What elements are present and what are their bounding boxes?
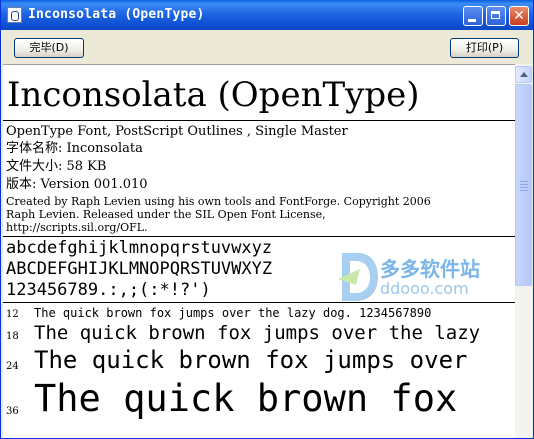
watermark-name: 多多软件站 [380,257,480,281]
point-size-label: 18 [6,331,19,342]
sample-text: The quick brown fox jumps over the lazy [34,322,481,344]
copyright-line: Created by Raph Levien using his own too… [6,195,431,208]
title-bar[interactable]: Inconsolata (OpenType) ✕ [1,0,533,30]
font-name-heading: Inconsolata (OpenType) [7,75,420,115]
close-button[interactable]: ✕ [509,6,529,26]
maximize-button[interactable] [486,6,506,26]
point-size-label: 36 [6,406,19,417]
watermark-url: ddooo.com [380,279,469,298]
divider [3,120,515,121]
toolbar: 完毕(D) 打印(P) [1,30,533,64]
font-preview-pane: Inconsolata (OpenType) OpenType Font, Po… [3,64,515,438]
vertical-scrollbar[interactable] [515,64,532,438]
typeface-name-line: 字体名称: Inconsolata [6,141,143,156]
charset-uppercase: ABCDEFGHIJKLMNOPQRSTUVWXYZ [6,259,273,279]
minimize-button[interactable] [463,6,483,26]
window-title: Inconsolata (OpenType) [28,7,205,22]
grip-line [520,184,528,185]
version-line: 版本: Version 001.010 [6,177,148,192]
file-size-line: 文件大小: 58 KB [6,159,107,174]
scrollbar-thumb[interactable] [515,84,532,286]
point-size-label: 12 [6,309,19,320]
grip-line [520,181,528,182]
font-type-line: OpenType Font, PostScript Outlines , Sin… [6,124,348,139]
copyright-url-line: http://scripts.sil.org/OFL. [6,221,148,234]
scroll-up-arrow-icon[interactable] [515,66,532,83]
font-viewer-window: Inconsolata (OpenType) ✕ 完毕(D) 打印(P) Inc… [0,0,534,439]
copyright-line: Raph Levien. Released under the SIL Open… [6,208,326,221]
done-button[interactable]: 完毕(D) [14,38,84,58]
charset-lowercase: abcdefghijklmnopqrstuvwxyz [6,238,273,258]
watermark-logo-icon [338,253,378,301]
sample-text: The quick brown fox [34,377,458,420]
sample-text: The quick brown fox jumps over [34,346,468,374]
charset-digits: 123456789.:,;(:*!?') [6,280,211,300]
font-file-icon [7,7,22,23]
print-button[interactable]: 打印(P) [450,38,519,58]
point-size-label: 24 [6,361,19,372]
grip-line [520,187,528,188]
watermark: 多多软件站 ddooo.com [336,249,511,309]
grip-line [520,190,528,191]
divider [3,236,515,237]
close-icon: ✕ [513,8,525,24]
